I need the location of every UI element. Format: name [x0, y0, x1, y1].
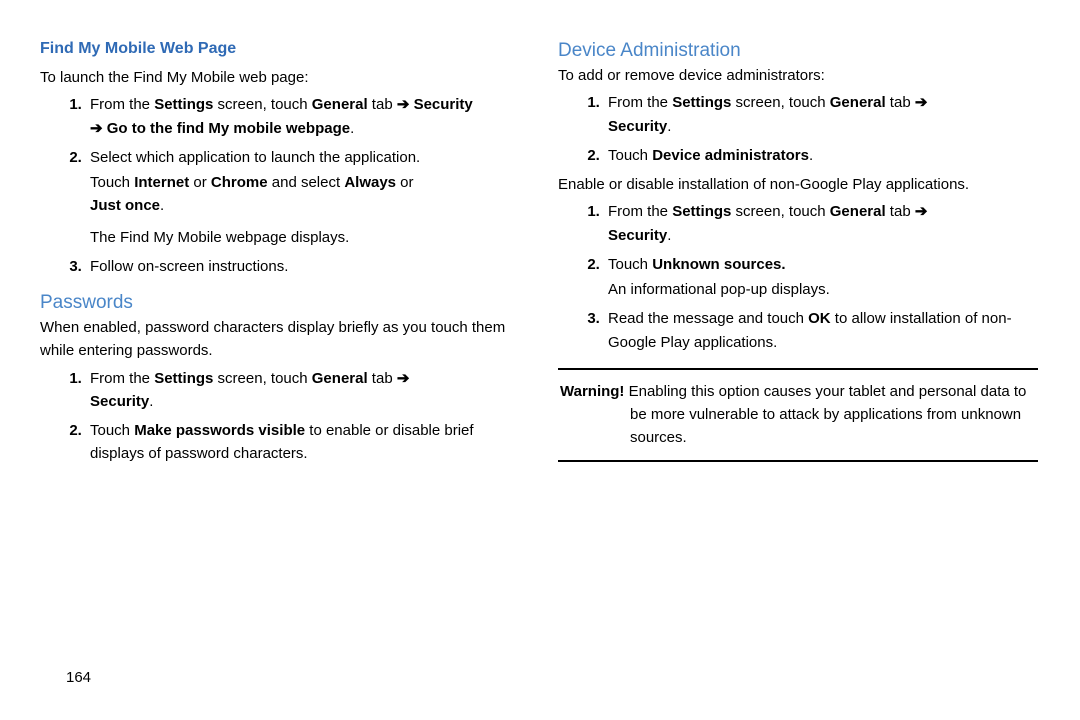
text: .	[149, 393, 153, 410]
text: screen, touch	[731, 94, 829, 111]
two-column-layout: Find My Mobile Web Page To launch the Fi…	[40, 40, 1040, 472]
text: Always	[344, 174, 396, 191]
text: From the	[608, 203, 672, 220]
find-step-1: From the Settings screen, touch General …	[86, 93, 520, 140]
text: .	[350, 120, 354, 137]
text: An informational pop-up displays.	[608, 278, 1038, 301]
text: .	[667, 227, 671, 244]
text: The Find My Mobile webpage displays.	[90, 226, 520, 249]
text: General	[830, 94, 886, 111]
text: Just once	[90, 197, 160, 214]
text: Touch	[90, 422, 134, 439]
text: Touch	[90, 174, 134, 191]
text: Touch Internet or Chrome and select Alwa…	[90, 171, 520, 218]
text: General	[830, 203, 886, 220]
text: Internet	[134, 174, 189, 191]
find-step-3: Follow on-screen instructions.	[86, 255, 520, 278]
intro-device-admin: To add or remove device administrators:	[558, 64, 1038, 87]
text: Settings	[672, 94, 731, 111]
heading-find-my-mobile: Find My Mobile Web Page	[40, 40, 520, 58]
text: Security	[608, 227, 667, 244]
text: Touch	[608, 147, 652, 164]
intro-passwords: When enabled, password characters displa…	[40, 316, 520, 363]
text: From the	[608, 94, 672, 111]
text: Chrome	[211, 174, 268, 191]
intro-find: To launch the Find My Mobile web page:	[40, 66, 520, 89]
text: Security	[608, 118, 667, 135]
pass-step-1: From the Settings screen, touch General …	[86, 367, 520, 414]
text: tab	[886, 94, 915, 111]
text: From the	[90, 370, 154, 387]
text: or	[189, 174, 211, 191]
text: From the	[90, 96, 154, 113]
text: screen, touch	[213, 370, 311, 387]
text: .	[667, 118, 671, 135]
text: and select	[268, 174, 345, 191]
right-column: Device Administration To add or remove d…	[558, 40, 1038, 472]
manual-page: Find My Mobile Web Page To launch the Fi…	[0, 0, 1080, 720]
page-number: 164	[66, 669, 91, 686]
arrow-icon: ➔	[397, 370, 410, 387]
warning-box: Warning! Enabling this option causes you…	[558, 368, 1038, 462]
text: screen, touch	[731, 203, 829, 220]
text: Settings	[672, 203, 731, 220]
heading-device-admin: Device Administration	[558, 40, 1038, 62]
text: Read the message and touch	[608, 310, 808, 327]
text: Touch	[608, 256, 652, 273]
find-step-2: Select which application to launch the a…	[86, 146, 520, 249]
text: Unknown sources.	[652, 256, 785, 273]
unknown-sources-steps-list: From the Settings screen, touch General …	[558, 200, 1038, 354]
text: tab	[368, 370, 397, 387]
text: Make passwords visible	[134, 422, 305, 439]
dev-step-2: Touch Device administrators.	[604, 144, 1038, 167]
text: General	[312, 96, 368, 113]
text: ➔ Go to the find My mobile webpage	[90, 120, 350, 137]
warning-text: Warning! Enabling this option causes you…	[560, 380, 1036, 450]
text: .	[160, 197, 164, 214]
text: Settings	[154, 370, 213, 387]
passwords-steps-list: From the Settings screen, touch General …	[40, 367, 520, 466]
arrow-icon: ➔	[397, 96, 410, 113]
text: Security	[90, 393, 149, 410]
intro-unknown-sources: Enable or disable installation of non-Go…	[558, 173, 1038, 196]
device-admin-steps-list: From the Settings screen, touch General …	[558, 91, 1038, 167]
arrow-icon: ➔	[915, 94, 928, 111]
text: General	[312, 370, 368, 387]
dev-step-1: From the Settings screen, touch General …	[604, 91, 1038, 138]
text: tab	[886, 203, 915, 220]
text: OK	[808, 310, 831, 327]
text: .	[809, 147, 813, 164]
text: Security	[409, 96, 472, 113]
arrow-icon: ➔	[915, 203, 928, 220]
text: screen, touch	[213, 96, 311, 113]
warning-label: Warning!	[560, 383, 624, 400]
text: tab	[368, 96, 397, 113]
heading-passwords: Passwords	[40, 292, 520, 314]
find-steps-list: From the Settings screen, touch General …	[40, 93, 520, 278]
text: or	[396, 174, 414, 191]
pass-step-2: Touch Make passwords visible to enable o…	[86, 419, 520, 466]
text: Select which application to launch the a…	[90, 149, 420, 166]
unk-step-1: From the Settings screen, touch General …	[604, 200, 1038, 247]
left-column: Find My Mobile Web Page To launch the Fi…	[40, 40, 520, 472]
text: Device administrators	[652, 147, 809, 164]
unk-step-2: Touch Unknown sources. An informational …	[604, 253, 1038, 302]
text: Enabling this option causes your tablet …	[624, 383, 1026, 447]
text: Settings	[154, 96, 213, 113]
unk-step-3: Read the message and touch OK to allow i…	[604, 307, 1038, 354]
